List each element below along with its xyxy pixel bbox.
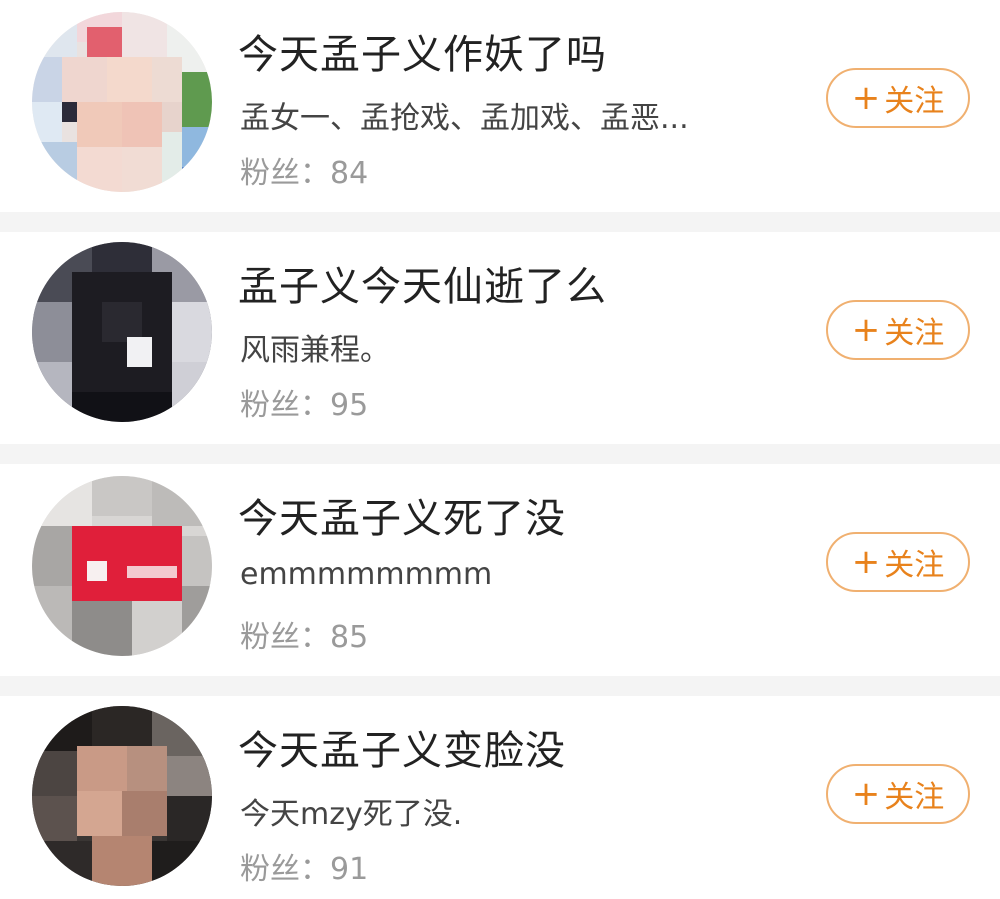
user-bio: 风雨兼程。	[240, 333, 390, 368]
avatar[interactable]	[32, 242, 212, 422]
avatar-pixelated-image	[32, 242, 212, 422]
user-row[interactable]: 今天孟子义变脸没 今天mzy死了没. 粉丝：91 + 关注	[0, 696, 1000, 899]
divider	[0, 212, 1000, 232]
follow-label: 关注	[884, 548, 945, 583]
fans-number: 84	[330, 156, 369, 191]
avatar[interactable]	[32, 476, 212, 656]
follow-button[interactable]: + 关注	[826, 68, 970, 128]
fans-number: 91	[330, 852, 369, 887]
username[interactable]: 今天孟子义死了没	[238, 486, 566, 544]
avatar-pixelated-image	[32, 706, 212, 886]
user-row[interactable]: 孟子义今天仙逝了么 风雨兼程。 粉丝：95 + 关注	[0, 232, 1000, 444]
avatar[interactable]	[32, 706, 212, 886]
fans-label: 粉丝：	[240, 388, 330, 423]
divider	[0, 444, 1000, 464]
follow-label: 关注	[884, 780, 945, 815]
follow-button[interactable]: + 关注	[826, 300, 970, 360]
follow-label: 关注	[884, 84, 945, 119]
divider	[0, 676, 1000, 696]
user-list: 今天孟子义作妖了吗 孟女一、孟抢戏、孟加戏、孟恶... 粉丝：84 + 关注 孟…	[0, 0, 1000, 899]
avatar-pixelated-image	[32, 12, 212, 192]
fans-count: 粉丝：84	[240, 148, 368, 192]
user-bio: 孟女一、孟抢戏、孟加戏、孟恶...	[240, 101, 689, 136]
plus-icon: +	[851, 310, 881, 350]
fans-count: 粉丝：95	[240, 380, 368, 424]
user-row[interactable]: 今天孟子义死了没 emmmmmmmm 粉丝：85 + 关注	[0, 464, 1000, 676]
avatar[interactable]	[32, 12, 212, 192]
username[interactable]: 今天孟子义变脸没	[238, 718, 566, 776]
username[interactable]: 今天孟子义作妖了吗	[238, 22, 607, 80]
fans-label: 粉丝：	[240, 852, 330, 887]
fans-label: 粉丝：	[240, 156, 330, 191]
fans-label: 粉丝：	[240, 620, 330, 655]
plus-icon: +	[851, 78, 881, 118]
fans-count: 粉丝：91	[240, 844, 368, 888]
user-bio: emmmmmmmm	[240, 557, 493, 592]
plus-icon: +	[851, 774, 881, 814]
user-bio: 今天mzy死了没.	[240, 797, 463, 832]
fans-number: 95	[330, 388, 369, 423]
follow-button[interactable]: + 关注	[826, 764, 970, 824]
fans-number: 85	[330, 620, 369, 655]
user-row[interactable]: 今天孟子义作妖了吗 孟女一、孟抢戏、孟加戏、孟恶... 粉丝：84 + 关注	[0, 0, 1000, 212]
follow-button[interactable]: + 关注	[826, 532, 970, 592]
username[interactable]: 孟子义今天仙逝了么	[238, 254, 607, 312]
follow-label: 关注	[884, 316, 945, 351]
avatar-pixelated-image	[32, 476, 212, 656]
fans-count: 粉丝：85	[240, 612, 368, 656]
plus-icon: +	[851, 542, 881, 582]
